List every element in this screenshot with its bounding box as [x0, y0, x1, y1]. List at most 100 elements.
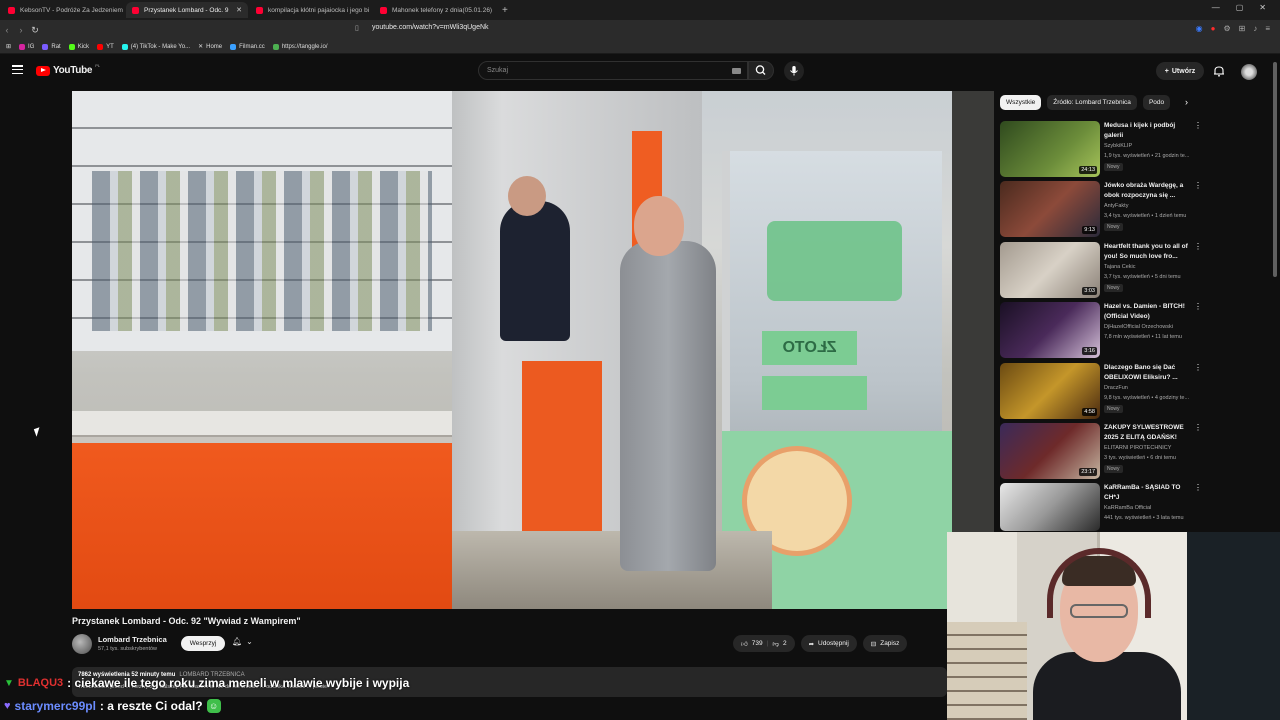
video-frame-counter-front — [72, 437, 452, 609]
chip-source[interactable]: Źródło: Lombard Trzebnica — [1047, 95, 1137, 110]
more-options-icon[interactable]: ⋮ — [1194, 242, 1202, 251]
video-thumbnail[interactable] — [1000, 483, 1100, 531]
like-count: 739 — [751, 640, 763, 647]
menu-icon[interactable]: ≡ — [1265, 24, 1270, 33]
back-icon[interactable]: ‹ — [0, 25, 14, 35]
save-button[interactable]: ⊟ Zapisz — [862, 635, 908, 652]
search-placeholder: Szukaj — [487, 67, 509, 74]
more-options-icon[interactable]: ⋮ — [1194, 121, 1202, 130]
recommendation-channel[interactable]: DjHazelOfficial Orzechowski — [1104, 324, 1173, 330]
voice-search-button[interactable] — [784, 61, 804, 81]
browser-tab-active[interactable]: Przystanek Lombard - Odc. 9 ✕ — [126, 2, 248, 18]
recommendation-title[interactable]: Dlaczego Bano się Dać OBELIXOWI Eliksiru… — [1104, 363, 1192, 382]
video-thumbnail[interactable]: 24:13 — [1000, 121, 1100, 177]
video-thumbnail[interactable]: 23:17 — [1000, 423, 1100, 479]
recommendation-item[interactable]: 3:03 Heartfelt thank you to all of you! … — [1000, 242, 1205, 298]
recommendation-title[interactable]: KaRRamBa - SĄSIAD TO CH*J — [1104, 483, 1192, 502]
support-button[interactable]: Wesprzyj — [181, 636, 225, 651]
browser-tab[interactable]: Mahonek telefony z dnia(05.01.26) — [374, 2, 496, 18]
recommendation-channel[interactable]: Tajana Cekic — [1104, 264, 1136, 270]
bookmark-yt[interactable]: YT — [97, 43, 114, 50]
video-thumbnail[interactable]: 3:16 — [1000, 302, 1100, 358]
recommendation-item[interactable]: 3:16 Hazel vs. Damien - BITCH! (Official… — [1000, 302, 1205, 358]
bookmark-ig[interactable]: IG — [19, 43, 34, 50]
bookmark-icon[interactable]: ▯ — [355, 24, 359, 32]
bookmark-rat[interactable]: Rat — [42, 43, 61, 50]
notifications-bell-icon[interactable] — [1212, 64, 1226, 78]
recommendation-item[interactable]: 4:58 Dlaczego Bano się Dać OBELIXOWI Eli… — [1000, 363, 1205, 419]
hamburger-menu-icon[interactable] — [12, 65, 23, 74]
bookmark-tanggle[interactable]: https://tanggle.io/ — [272, 43, 328, 50]
bookmark-tiktok[interactable]: (4) TikTok - Make Yo... — [121, 43, 190, 50]
extension-icon[interactable]: ◉ — [1196, 24, 1203, 33]
recommendation-item[interactable]: 24:13 Medusa i kijek i podbój galerii Sz… — [1000, 121, 1205, 177]
mouse-cursor-icon — [33, 427, 43, 437]
recommendation-title[interactable]: Medusa i kijek i podbój galerii — [1104, 121, 1192, 140]
recommendation-channel[interactable]: AntyFakty — [1104, 203, 1128, 209]
bookmark-filman[interactable]: Filman.cc — [230, 43, 265, 50]
more-options-icon[interactable]: ⋮ — [1194, 302, 1202, 311]
browser-tab[interactable]: kompilacja kłótni pajaiocka i jego bi — [250, 2, 372, 18]
video-frame-person-hoodie — [620, 241, 716, 571]
recommendation-channel[interactable]: KaRRamBa Official — [1104, 505, 1151, 511]
share-label: Udostępnij — [818, 640, 849, 647]
more-options-icon[interactable]: ⋮ — [1194, 181, 1202, 190]
chip-related[interactable]: Podo — [1142, 95, 1171, 110]
create-button[interactable]: + Utwórz — [1156, 62, 1204, 80]
video-thumbnail[interactable]: 9:13 — [1000, 181, 1100, 237]
screen: KebsonTV - Podróże Za Jedzeniem Przystan… — [0, 0, 1280, 720]
maximize-icon[interactable]: ▢ — [1236, 3, 1244, 12]
bookmark-label: https://tanggle.io/ — [281, 43, 328, 50]
subscription-bell-button[interactable]: 🔔︎ ⌄ — [232, 637, 253, 646]
url-field[interactable]: youtube.com/watch?v=mWli3qUgeNk — [372, 24, 489, 31]
music-icon[interactable]: ♪ — [1253, 24, 1257, 33]
tab-close-icon[interactable]: ✕ — [236, 6, 242, 14]
search-input[interactable]: Szukaj — [478, 61, 748, 80]
recommendation-channel[interactable]: ELITARNI PIROTECHNICY — [1104, 445, 1171, 451]
page-scrollbar[interactable] — [1273, 62, 1277, 277]
more-options-icon[interactable]: ⋮ — [1194, 483, 1202, 492]
country-code: PL — [95, 63, 101, 68]
channel-name[interactable]: Lombard Trzebnica — [98, 635, 167, 644]
recommendation-channel[interactable]: DraczFun — [1104, 385, 1128, 391]
recommendation-item[interactable]: KaRRamBa - SĄSIAD TO CH*J KaRRamBa Offic… — [1000, 483, 1205, 531]
video-frame-products — [92, 171, 432, 331]
save-icon: ⊟ — [870, 640, 877, 648]
bookmark-home[interactable]: ✕ Home — [198, 43, 222, 51]
search-button[interactable] — [748, 61, 774, 80]
keyboard-icon[interactable] — [732, 68, 741, 74]
forward-icon[interactable]: › — [14, 25, 28, 35]
recommendation-title[interactable]: Jówko obraża Wardęgę, a obok rozpoczyna … — [1104, 181, 1192, 200]
tiktok-icon — [121, 43, 128, 50]
more-options-icon[interactable]: ⋮ — [1194, 423, 1202, 432]
like-button[interactable]: 👍︎ 739 | 👎︎ 2 — [733, 635, 795, 652]
close-window-icon[interactable]: ✕ — [1259, 3, 1266, 12]
minimize-icon[interactable]: — — [1212, 3, 1220, 12]
bookmark-kick[interactable]: Kick — [68, 43, 89, 50]
apps-icon[interactable]: ⊞ — [6, 43, 11, 50]
video-thumbnail[interactable]: 3:03 — [1000, 242, 1100, 298]
channel-avatar[interactable] — [72, 634, 92, 654]
chevron-right-icon[interactable]: › — [1185, 97, 1188, 107]
recommendation-item[interactable]: 9:13 Jówko obraża Wardęgę, a obok rozpoc… — [1000, 181, 1205, 237]
recommendation-channel[interactable]: SzybkiKLIP — [1104, 143, 1132, 149]
record-icon[interactable]: ● — [1211, 24, 1216, 33]
reload-icon[interactable]: ↻ — [28, 25, 42, 36]
new-tab-button[interactable]: + — [502, 5, 508, 16]
more-options-icon[interactable]: ⋮ — [1194, 363, 1202, 372]
thumbs-down-icon: 👎︎ — [772, 640, 779, 648]
chip-all[interactable]: Wszystkie — [1000, 95, 1042, 110]
youtube-header: YouTube PL Szukaj + Utwórz — [0, 55, 1280, 87]
extension-icon[interactable]: ⚙ — [1223, 24, 1230, 33]
account-avatar[interactable] — [1241, 64, 1257, 80]
share-button[interactable]: ➦ Udostępnij — [800, 635, 857, 652]
video-player[interactable]: ZŁOTO — [72, 91, 994, 609]
recommendation-item[interactable]: 23:17 ZAKUPY SYLWESTROWE 2025 Z ELITĄ GD… — [1000, 423, 1205, 479]
youtube-logo[interactable]: YouTube PL — [36, 63, 101, 76]
browser-tab[interactable]: KebsonTV - Podróże Za Jedzeniem — [2, 2, 124, 18]
extension-icon[interactable]: ⊞ — [1239, 24, 1246, 33]
recommendation-title[interactable]: Heartfelt thank you to all of you! So mu… — [1104, 242, 1192, 261]
video-thumbnail[interactable]: 4:58 — [1000, 363, 1100, 419]
recommendation-title[interactable]: ZAKUPY SYLWESTROWE 2025 Z ELITĄ GDAŃSK! — [1104, 423, 1192, 442]
recommendation-title[interactable]: Hazel vs. Damien - BITCH! (Official Vide… — [1104, 302, 1192, 321]
